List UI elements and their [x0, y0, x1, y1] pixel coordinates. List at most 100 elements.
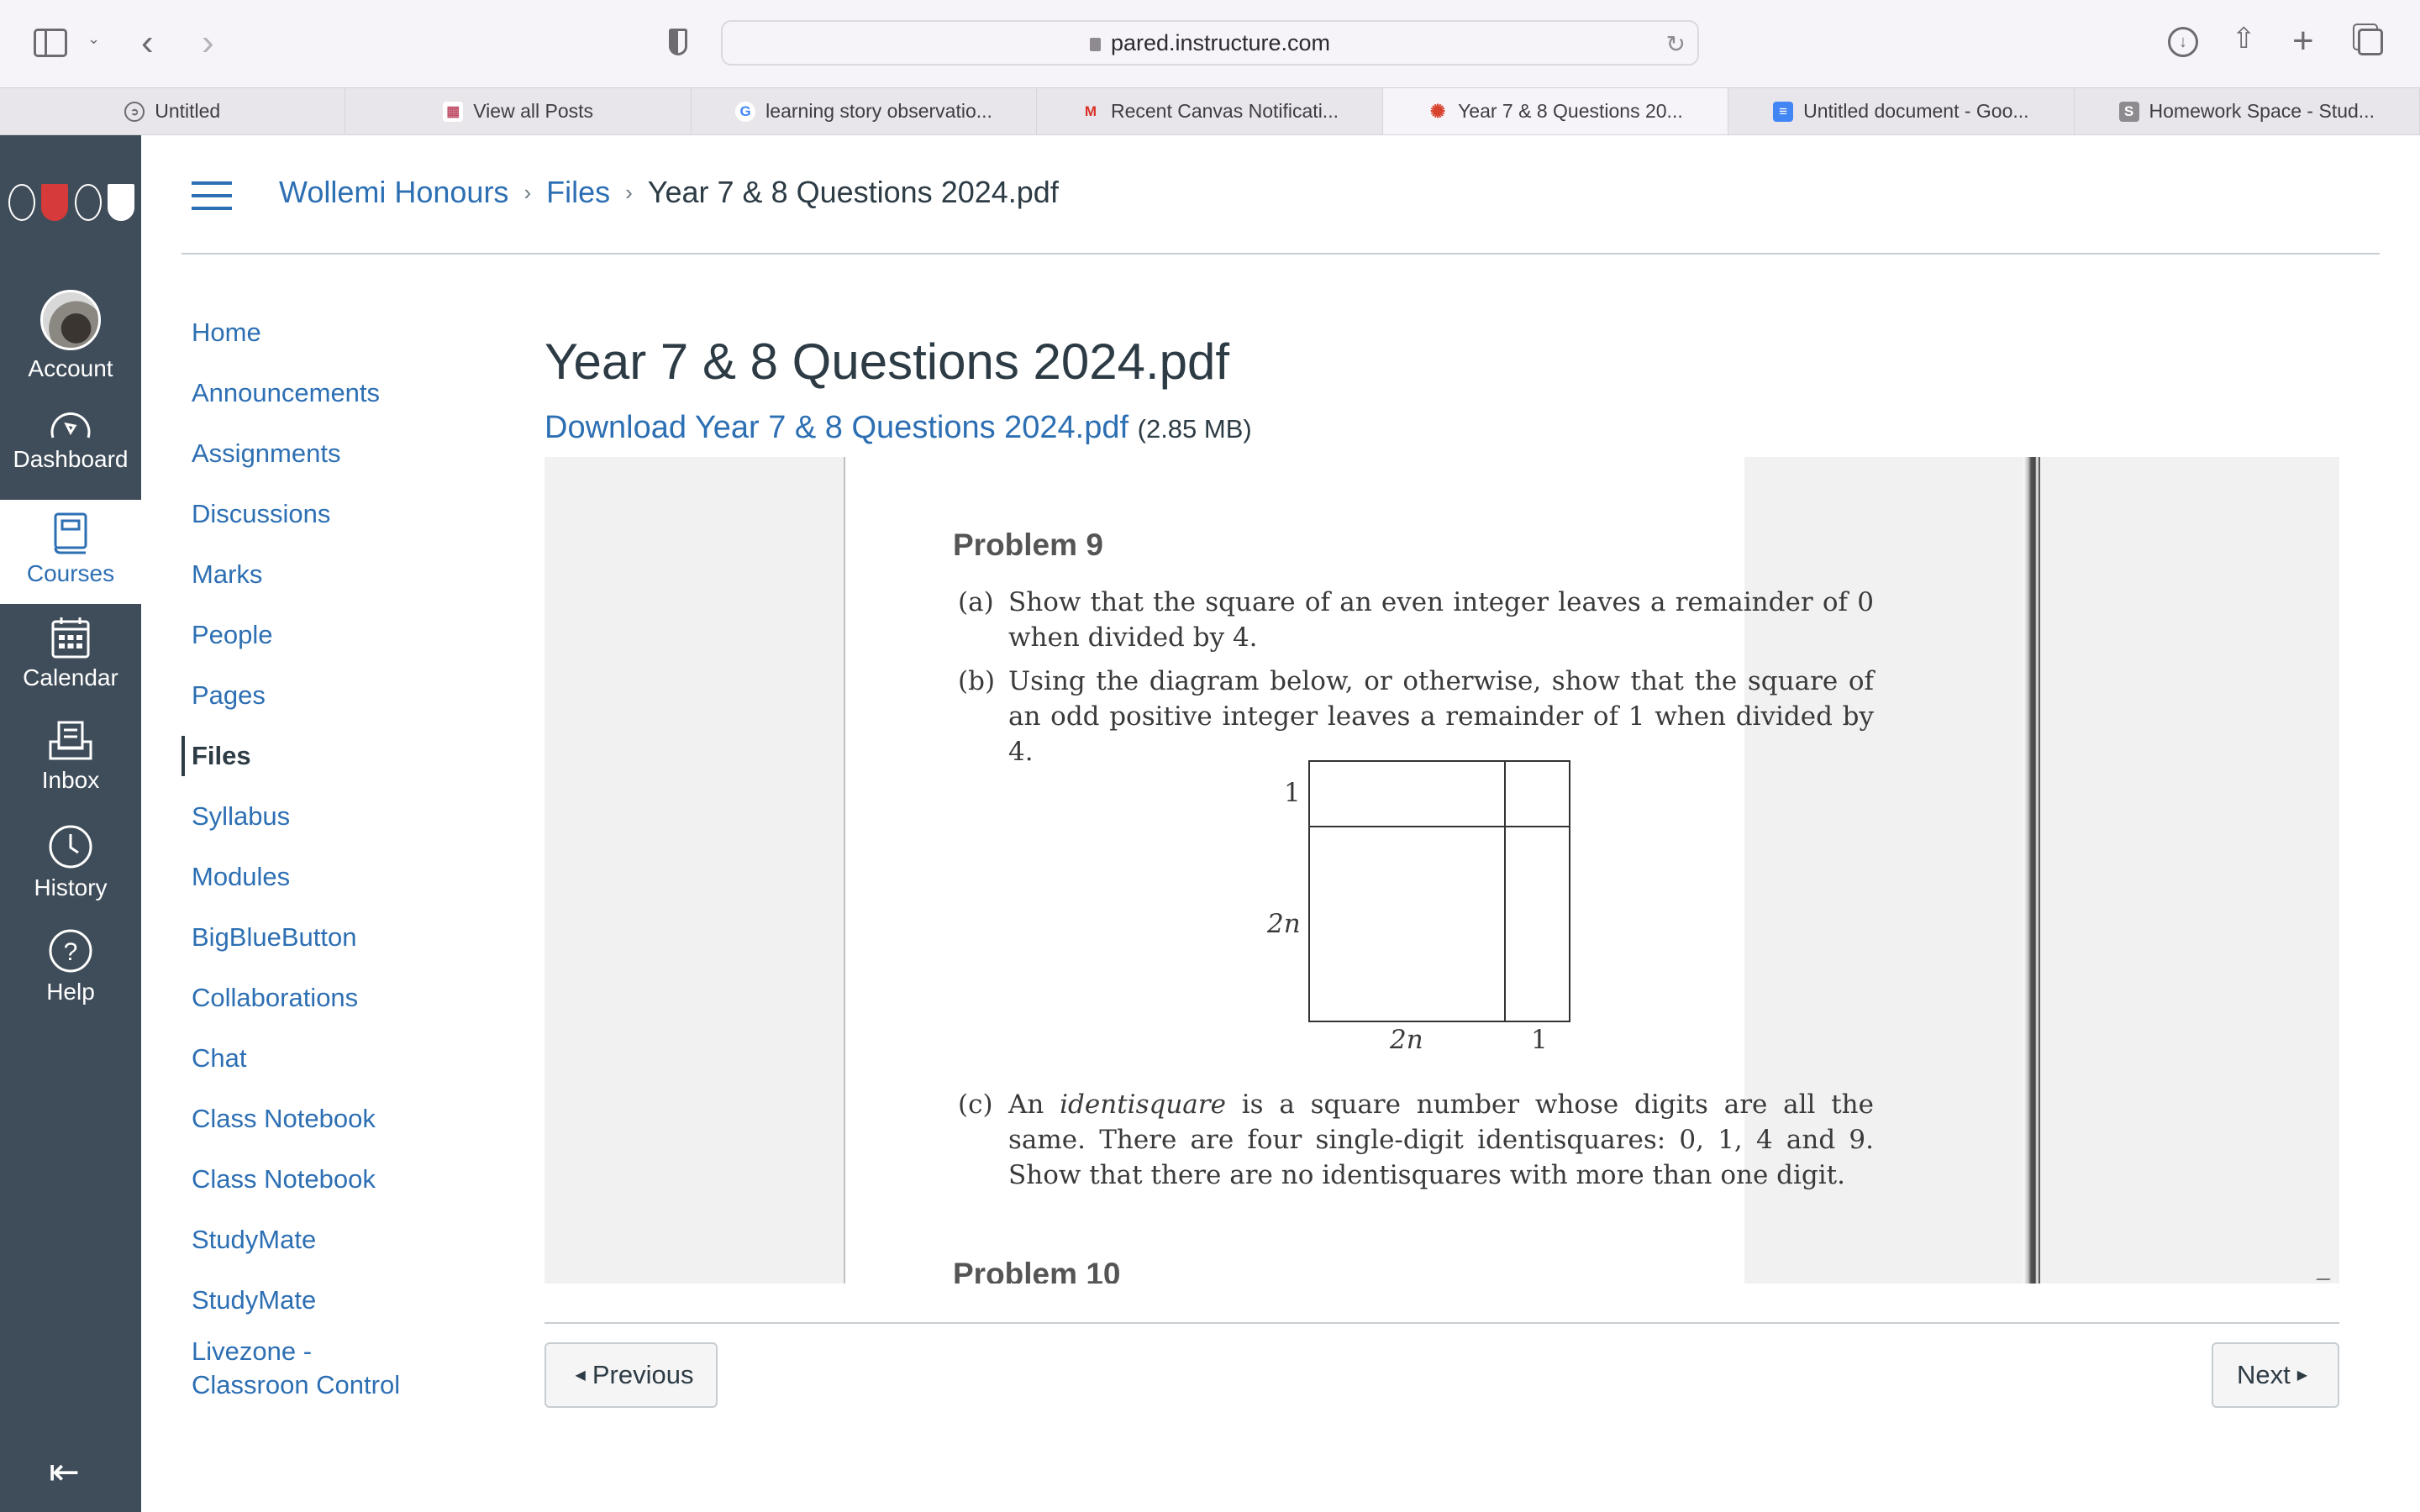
back-icon[interactable]: ‹: [141, 22, 154, 64]
global-nav-account[interactable]: Account: [0, 290, 141, 389]
global-nav-courses[interactable]: Courses: [0, 500, 141, 604]
studocu-favicon: S: [2118, 101, 2139, 122]
part-tag: (b): [958, 666, 996, 696]
compass-icon: ➲: [124, 101, 145, 122]
course-nav-discussions[interactable]: Discussions: [182, 484, 501, 544]
montgrove-logo: [74, 184, 102, 221]
global-nav-inbox[interactable]: Inbox: [0, 720, 141, 812]
url-text: pared.instructure.com: [1110, 29, 1331, 55]
course-nav-marks[interactable]: Marks: [182, 544, 501, 605]
chevron-down-icon[interactable]: ⌄: [87, 30, 100, 48]
downloads-icon[interactable]: ↓: [2168, 27, 2198, 57]
reload-icon[interactable]: ↻: [1666, 30, 1686, 58]
browser-toolbar: ⌄ ‹ › pared.instructure.com ↻ ↓ ⇧ +: [0, 0, 2420, 87]
global-nav-calendar[interactable]: Calendar: [0, 616, 141, 708]
problem-part-a: (a) Show that the square of an even inte…: [958, 585, 1874, 655]
part-text-before: An: [1008, 1089, 1060, 1120]
forward-icon[interactable]: ›: [202, 22, 214, 64]
next-label: Next: [2236, 1360, 2291, 1389]
course-nav-pages[interactable]: Pages: [182, 665, 501, 726]
course-navigation: Home Announcements Assignments Discussions M…: [182, 302, 501, 1406]
address-bar[interactable]: pared.instructure.com ↻: [721, 20, 1699, 66]
part-text: An identisquare is a square number whose…: [1008, 1087, 1874, 1193]
chevron-right-icon: ›: [625, 179, 633, 205]
part-emphasis: identisquare: [1060, 1089, 1226, 1120]
breadcrumb-course[interactable]: Wollemi Honours: [279, 175, 508, 210]
course-nav-class-notebook[interactable]: Class Notebook: [182, 1089, 501, 1149]
caret-left-icon: ◀: [575, 1368, 586, 1383]
browser-tab[interactable]: ✺ Year 7 & 8 Questions 20...: [1382, 88, 1729, 134]
previous-button[interactable]: ◀ Previous: [544, 1342, 718, 1408]
collapse-nav-icon[interactable]: ⇤: [49, 1451, 80, 1494]
wollemi-logo: [107, 184, 134, 221]
course-nav-syllabus[interactable]: Syllabus: [182, 786, 501, 847]
browser-tab[interactable]: ≡ Untitled document - Goo...: [1728, 88, 2075, 134]
share-icon[interactable]: ⇧: [2232, 22, 2256, 55]
history-icon: [49, 825, 92, 869]
help-icon: ?: [49, 929, 92, 973]
tab-title: View all Posts: [473, 100, 594, 122]
browser-tab[interactable]: Glearning story observatio...: [692, 88, 1038, 134]
global-nav-help[interactable]: ? Help: [0, 928, 141, 1021]
global-nav-label: Account: [28, 355, 113, 381]
tab-overview-icon[interactable]: [2358, 29, 2383, 55]
course-nav-assignments[interactable]: Assignments: [182, 423, 501, 484]
canvas-favicon: ✺: [1429, 100, 1446, 122]
course-nav-chat[interactable]: Chat: [182, 1028, 501, 1089]
privacy-shield-icon[interactable]: [669, 29, 687, 55]
global-navigation: Account Dashboard Courses Calendar Inbox…: [0, 135, 141, 1512]
course-nav-modules[interactable]: Modules: [182, 847, 501, 907]
browser-tab[interactable]: ▦ View all Posts: [345, 88, 692, 134]
google-favicon: G: [735, 101, 756, 122]
chevron-right-icon: ›: [523, 179, 532, 205]
course-nav-studymate[interactable]: StudyMate: [182, 1210, 501, 1270]
course-nav-announcements[interactable]: Announcements: [182, 363, 501, 423]
svg-text:?: ?: [64, 938, 78, 966]
course-nav-files[interactable]: Files: [182, 726, 501, 786]
diagram-label-bottom-right: 1: [1531, 1025, 1548, 1055]
course-nav-bigbluebutton[interactable]: BigBlueButton: [182, 907, 501, 968]
tab-title: Year 7 & 8 Questions 20...: [1458, 100, 1683, 122]
diagram-label-left-top: 1: [1284, 778, 1301, 808]
tab-title: Untitled: [155, 100, 221, 122]
avatar: [40, 290, 101, 350]
next-problem-clip: Problem 10: [544, 1257, 2339, 1284]
school-logos: [8, 184, 134, 231]
tangara-logo: [8, 184, 35, 221]
new-tab-icon[interactable]: +: [2292, 20, 2314, 62]
breadcrumb-current: Year 7 & 8 Questions 2024.pdf: [647, 175, 1059, 209]
dashboard-icon: [50, 412, 91, 438]
course-nav-studymate[interactable]: StudyMate: [182, 1270, 501, 1331]
browser-tab[interactable]: S Homework Space - Stud...: [2075, 88, 2420, 134]
course-nav-class-notebook[interactable]: Class Notebook: [182, 1149, 501, 1210]
download-row: Download Year 7 & 8 Questions 2024.pdf (…: [544, 410, 1252, 446]
download-link[interactable]: Download Year 7 & 8 Questions 2024.pdf: [544, 410, 1128, 445]
breadcrumb: Wollemi Honours › Files › Year 7 & 8 Que…: [279, 175, 1059, 210]
diagram-label-left-bottom: 2n: [1267, 909, 1301, 939]
page-title: Year 7 & 8 Questions 2024.pdf: [544, 333, 1230, 390]
browser-tab[interactable]: ➲ Untitled: [0, 88, 346, 134]
course-nav-home[interactable]: Home: [182, 302, 501, 363]
next-problem-title: Problem 10: [953, 1257, 1121, 1284]
global-nav-history[interactable]: History: [0, 824, 141, 916]
scanned-page-edge: [2023, 457, 2040, 1284]
next-button[interactable]: Next ▶: [2212, 1342, 2339, 1408]
global-nav-dashboard[interactable]: Dashboard: [0, 407, 141, 500]
previous-label: Previous: [592, 1360, 694, 1389]
problem-title: Problem 9: [953, 528, 1103, 562]
part-tag: (a): [958, 587, 994, 617]
inbox-icon: [49, 721, 92, 760]
blog-favicon: ▦: [443, 101, 464, 122]
footer-divider: [544, 1322, 2339, 1324]
square-diagram: [1308, 760, 1570, 1022]
tab-title: Homework Space - Stud...: [2149, 100, 2375, 122]
course-nav-collaborations[interactable]: Collaborations: [182, 968, 501, 1028]
browser-tab[interactable]: M Recent Canvas Notificati...: [1037, 88, 1383, 134]
course-nav-people[interactable]: People: [182, 605, 501, 665]
course-menu-toggle[interactable]: [192, 181, 232, 210]
breadcrumb-files[interactable]: Files: [546, 175, 610, 210]
tab-title: Untitled document - Goo...: [1803, 100, 2029, 122]
course-nav-livezone-classroon-control[interactable]: Livezone - Classroon Control: [182, 1331, 434, 1406]
tab-bar: ➲ Untitled ▦ View all Posts Glearning story …: [0, 87, 2420, 135]
sidebar-toggle-icon[interactable]: [34, 29, 67, 57]
